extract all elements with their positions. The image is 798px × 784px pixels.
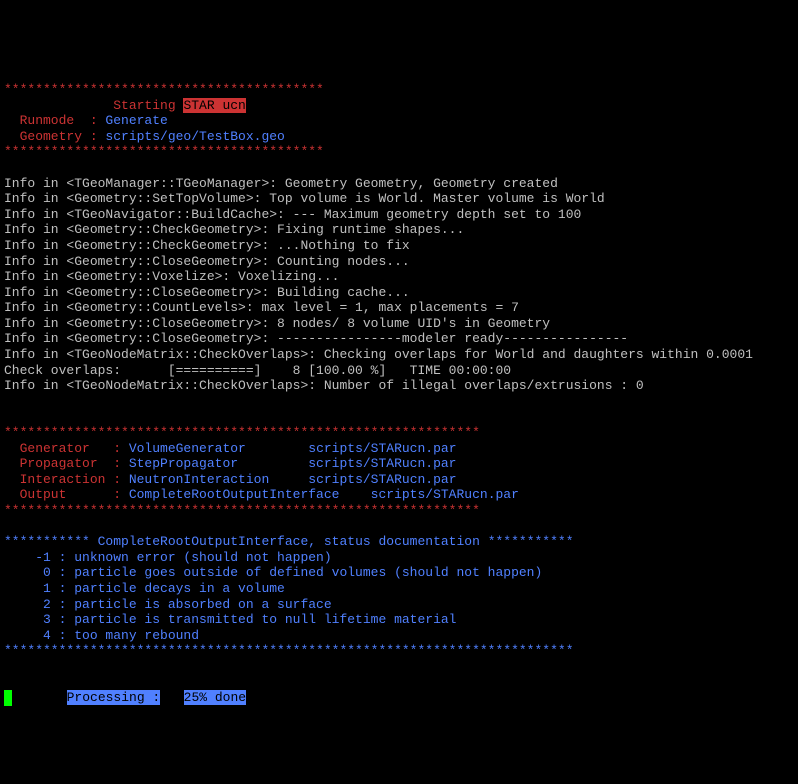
info-line: Info in <Geometry::SetTopVolume>: Top vo… <box>4 191 605 206</box>
output-label: Output : <box>4 487 129 502</box>
propagator-value: StepPropagator <box>129 456 238 471</box>
output-par: scripts/STARucn.par <box>339 487 518 502</box>
propagator-label: Propagator : <box>4 456 129 471</box>
info-line: Check overlaps: [==========] 8 [100.00 %… <box>4 363 511 378</box>
stars-top-2: ****************************************… <box>4 144 324 159</box>
runmode-value: Generate <box>105 113 167 128</box>
interaction-par: scripts/STARucn.par <box>269 472 456 487</box>
generator-label: Generator : <box>4 441 129 456</box>
info-line: Info in <TGeoNodeMatrix::CheckOverlaps>:… <box>4 378 644 393</box>
starucn-highlight: STAR ucn <box>183 98 245 113</box>
starting-label: Starting <box>4 98 183 113</box>
status-stars-right: *********** <box>480 534 574 549</box>
processing-label: Processing : <box>67 690 161 705</box>
info-line: Info in <Geometry::CloseGeometry>: Build… <box>4 285 410 300</box>
runmode-label: Runmode : <box>4 113 105 128</box>
info-line: Info in <Geometry::CloseGeometry>: Count… <box>4 254 410 269</box>
geometry-label: Geometry : <box>4 129 105 144</box>
info-line: Info in <TGeoNavigator::BuildCache>: ---… <box>4 207 581 222</box>
status-stars-bottom: ****************************************… <box>4 643 574 658</box>
info-line: Info in <TGeoManager::TGeoManager>: Geom… <box>4 176 558 191</box>
status-code: 2 : particle is absorbed on a surface <box>4 597 332 612</box>
interaction-label: Interaction : <box>4 472 129 487</box>
status-code: 4 : too many rebound <box>4 628 199 643</box>
interaction-value: NeutronInteraction <box>129 472 269 487</box>
progress-mid <box>160 690 183 705</box>
stars-config-bottom: ****************************************… <box>4 503 480 518</box>
status-code: 1 : particle decays in a volume <box>4 581 285 596</box>
progress-prefix <box>12 690 67 705</box>
status-code: 0 : particle goes outside of defined vol… <box>4 565 542 580</box>
progress-done: done <box>207 690 246 705</box>
status-code: 3 : particle is transmitted to null life… <box>4 612 456 627</box>
generator-par: scripts/STARucn.par <box>246 441 457 456</box>
terminal-output: ****************************************… <box>4 66 794 705</box>
info-line: Info in <Geometry::CheckGeometry>: Fixin… <box>4 222 464 237</box>
info-line: Info in <Geometry::Voxelize>: Voxelizing… <box>4 269 339 284</box>
output-value: CompleteRootOutputInterface <box>129 487 340 502</box>
stars-top: ****************************************… <box>4 82 324 97</box>
status-header: CompleteRootOutputInterface, status docu… <box>98 534 480 549</box>
info-line: Info in <TGeoNodeMatrix::CheckOverlaps>:… <box>4 347 753 362</box>
propagator-par: scripts/STARucn.par <box>238 456 456 471</box>
geometry-value: scripts/geo/TestBox.geo <box>105 129 284 144</box>
info-line: Info in <Geometry::CloseGeometry>: -----… <box>4 331 628 346</box>
info-line: Info in <Geometry::CheckGeometry>: ...No… <box>4 238 410 253</box>
progress-percent: 25% <box>184 690 207 705</box>
status-stars-left: *********** <box>4 534 98 549</box>
info-line: Info in <Geometry::CountLevels>: max lev… <box>4 300 519 315</box>
stars-config-top: ****************************************… <box>4 425 480 440</box>
info-line: Info in <Geometry::CloseGeometry>: 8 nod… <box>4 316 550 331</box>
status-code: -1 : unknown error (should not happen) <box>4 550 332 565</box>
cursor-icon <box>4 690 12 706</box>
generator-value: VolumeGenerator <box>129 441 246 456</box>
